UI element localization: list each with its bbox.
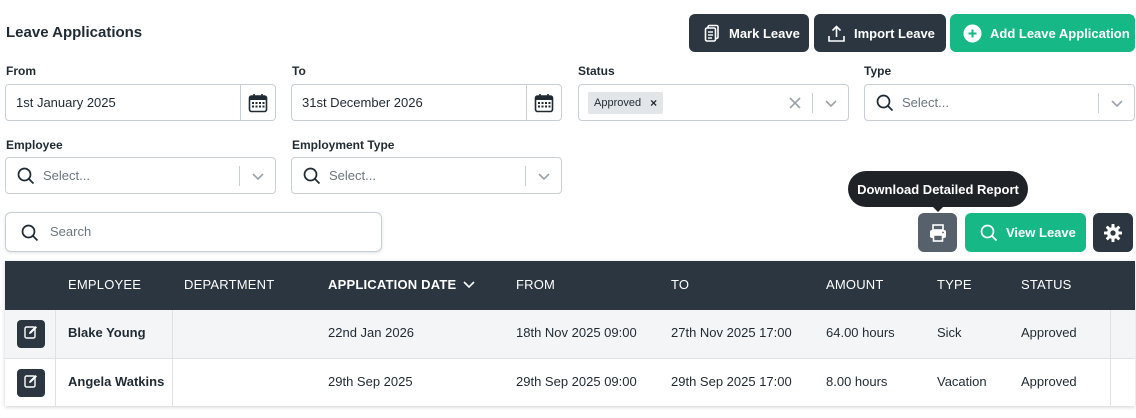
leave-applications-table: EMPLOYEE DEPARTMENT APPLICATION DATE FRO… bbox=[5, 261, 1135, 407]
search-icon bbox=[17, 167, 35, 190]
chip-remove-icon[interactable]: × bbox=[650, 96, 657, 110]
chevron-down-icon[interactable] bbox=[823, 96, 839, 115]
cell-application-date: 22nd Jan 2026 bbox=[328, 325, 415, 340]
sort-down-icon bbox=[462, 278, 476, 293]
employee-select[interactable]: Select... bbox=[5, 157, 276, 194]
header-amount[interactable]: AMOUNT bbox=[826, 277, 884, 292]
header-department[interactable]: DEPARTMENT bbox=[184, 277, 274, 292]
view-leave-button[interactable]: View Leave bbox=[965, 213, 1086, 252]
type-placeholder: Select... bbox=[902, 95, 949, 110]
gear-icon bbox=[1103, 223, 1123, 243]
status-label: Status bbox=[578, 64, 615, 78]
header-application-date[interactable]: APPLICATION DATE bbox=[328, 277, 476, 293]
cell-to: 27th Nov 2025 17:00 bbox=[671, 325, 792, 340]
employee-label: Employee bbox=[6, 138, 63, 152]
cell-employee: Blake Young bbox=[68, 325, 146, 340]
table-header: EMPLOYEE DEPARTMENT APPLICATION DATE FRO… bbox=[5, 261, 1135, 310]
edit-icon bbox=[24, 325, 38, 344]
page-title: Leave Applications bbox=[6, 24, 143, 41]
view-leave-label: View Leave bbox=[1006, 225, 1076, 240]
header-application-date-label: APPLICATION DATE bbox=[328, 277, 457, 292]
from-date-value: 1st January 2025 bbox=[16, 95, 116, 110]
to-label: To bbox=[292, 64, 306, 78]
documents-icon bbox=[703, 24, 721, 42]
type-select[interactable]: Select... bbox=[864, 84, 1135, 121]
import-leave-button[interactable]: Import Leave bbox=[814, 14, 946, 52]
calendar-icon[interactable] bbox=[240, 85, 275, 120]
print-report-button[interactable] bbox=[918, 213, 957, 252]
header-type[interactable]: TYPE bbox=[937, 277, 972, 292]
edit-button[interactable] bbox=[17, 320, 45, 348]
tooltip-text: Download Detailed Report bbox=[857, 181, 1019, 197]
edit-button[interactable] bbox=[17, 369, 45, 397]
header-employee[interactable]: EMPLOYEE bbox=[68, 277, 141, 292]
edit-icon bbox=[24, 374, 38, 393]
cell-employee: Angela Watkins bbox=[68, 374, 165, 389]
clear-icon[interactable] bbox=[788, 94, 802, 115]
employment-type-placeholder: Select... bbox=[329, 168, 376, 183]
header-to[interactable]: TO bbox=[671, 277, 689, 292]
table-row[interactable]: Angela Watkins 29th Sep 2025 29th Sep 20… bbox=[5, 358, 1135, 407]
header-from[interactable]: FROM bbox=[516, 277, 555, 292]
table-row[interactable]: Blake Young 22nd Jan 2026 18th Nov 2025 … bbox=[5, 310, 1135, 358]
mark-leave-button[interactable]: Mark Leave bbox=[689, 14, 809, 52]
cell-amount: 64.00 hours bbox=[826, 325, 895, 340]
type-label: Type bbox=[864, 64, 892, 78]
search-placeholder: Search bbox=[50, 224, 92, 239]
cell-amount: 8.00 hours bbox=[826, 374, 888, 389]
printer-icon bbox=[928, 223, 948, 243]
employee-placeholder: Select... bbox=[43, 168, 90, 183]
plus-circle-icon bbox=[963, 24, 982, 43]
cell-type: Vacation bbox=[937, 374, 987, 389]
chevron-down-icon[interactable] bbox=[250, 169, 266, 188]
mark-leave-label: Mark Leave bbox=[729, 25, 800, 41]
status-chip-label: Approved bbox=[594, 97, 642, 109]
cell-from: 29th Sep 2025 09:00 bbox=[516, 374, 637, 389]
cell-to: 29th Sep 2025 17:00 bbox=[671, 374, 792, 389]
cell-status: Approved bbox=[1021, 374, 1077, 389]
cell-from: 18th Nov 2025 09:00 bbox=[516, 325, 637, 340]
header-status[interactable]: STATUS bbox=[1021, 277, 1072, 292]
search-icon bbox=[876, 94, 894, 117]
cell-application-date: 29th Sep 2025 bbox=[328, 374, 413, 389]
calendar-icon[interactable] bbox=[526, 85, 561, 120]
import-leave-label: Import Leave bbox=[854, 25, 935, 41]
from-date-field[interactable]: 1st January 2025 bbox=[5, 84, 276, 121]
employment-type-select[interactable]: Select... bbox=[291, 157, 562, 194]
cell-type: Sick bbox=[937, 325, 962, 340]
to-date-value: 31st December 2026 bbox=[302, 95, 423, 110]
status-select[interactable]: Approved × bbox=[578, 84, 849, 121]
settings-button[interactable] bbox=[1093, 213, 1133, 252]
employment-type-label: Employment Type bbox=[292, 138, 395, 152]
search-input[interactable]: Search bbox=[5, 212, 382, 252]
chevron-down-icon[interactable] bbox=[536, 169, 552, 188]
to-date-field[interactable]: 31st December 2026 bbox=[291, 84, 562, 121]
status-chip: Approved × bbox=[588, 92, 664, 114]
from-label: From bbox=[6, 64, 36, 78]
chevron-down-icon[interactable] bbox=[1109, 96, 1125, 115]
search-icon bbox=[303, 167, 321, 190]
add-leave-application-button[interactable]: Add Leave Application bbox=[950, 14, 1135, 52]
upload-icon bbox=[827, 24, 846, 43]
cell-status: Approved bbox=[1021, 325, 1077, 340]
download-report-tooltip: Download Detailed Report bbox=[848, 171, 1028, 212]
add-leave-application-label: Add Leave Application bbox=[990, 25, 1130, 41]
search-icon bbox=[21, 224, 39, 247]
search-icon bbox=[980, 224, 998, 242]
